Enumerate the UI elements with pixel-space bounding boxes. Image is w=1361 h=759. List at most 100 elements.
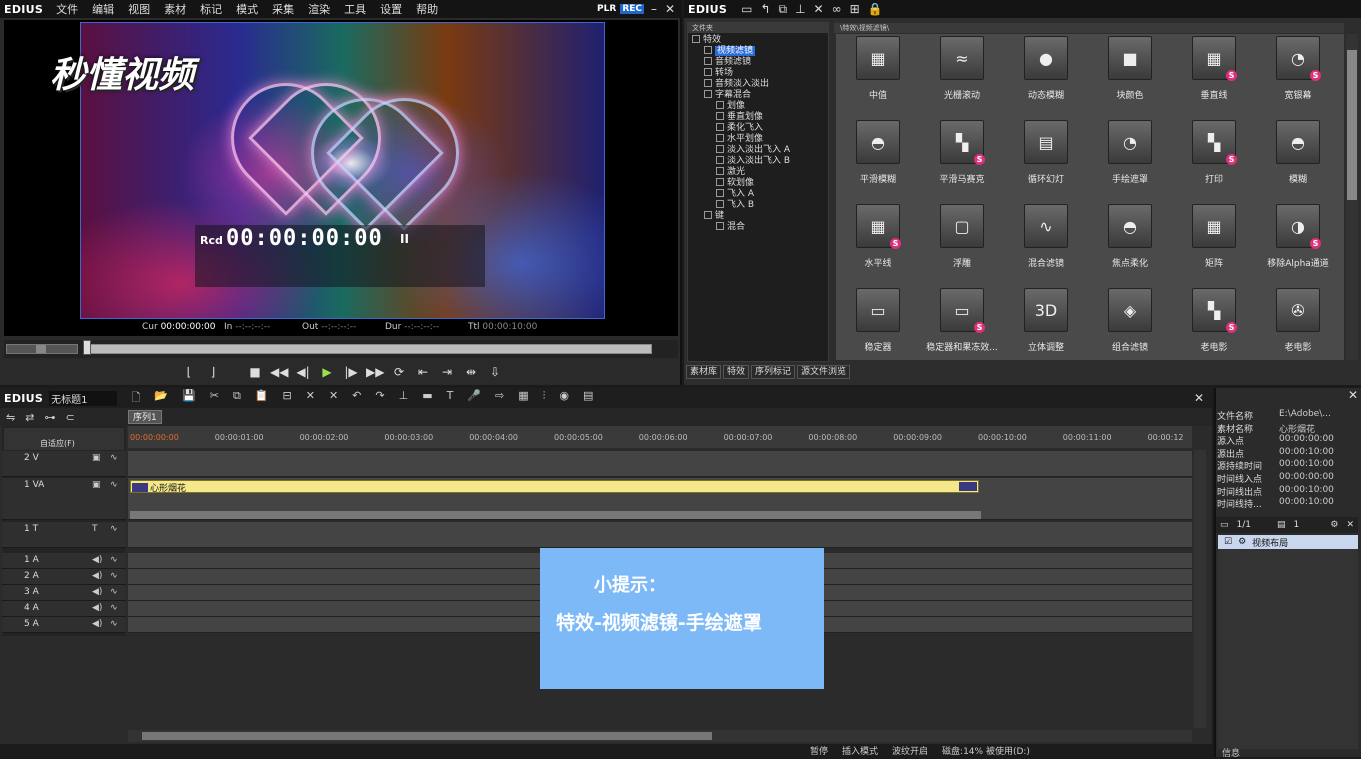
track-mode-icon[interactable]: ⇄ [25,411,34,424]
track-header[interactable]: 2 V ▣ ∿ [2,451,126,477]
effect-item[interactable]: ▢ 浮雕 [920,204,1004,286]
new-icon[interactable]: 🗋 [131,389,140,408]
effect-item[interactable]: ▚ S 打印 [1172,120,1256,202]
timeline-close-icon[interactable]: ✕ [1194,391,1212,405]
fit-button[interactable]: 自适应(F) [40,438,75,449]
effect-item[interactable]: 3D 立体调整 [1004,288,1088,370]
timeline-hscroll-thumb[interactable] [142,732,712,740]
cut-icon[interactable]: ✂ [210,389,219,408]
effect-item[interactable]: ◑ S 移除Alpha通道 [1256,204,1340,286]
video-clip[interactable]: 心形烟花 [130,480,979,494]
waveform-icon[interactable]: ∿ [110,453,118,463]
redo-icon[interactable]: ↷ [375,389,384,408]
fast-forward-icon[interactable]: ▶▶ [366,365,384,379]
tab-source-browser[interactable]: 源文件浏览 [797,365,851,379]
effect-item[interactable]: ● 动态模糊 [1004,36,1088,118]
tab-sequence-1[interactable]: 序列1 [128,410,162,424]
waveform-icon[interactable]: ∿ [110,587,118,597]
menu-render[interactable]: 渲染 [301,1,337,17]
track-lane[interactable] [128,522,1192,548]
effect-item[interactable]: ∿ 混合滤镜 [1004,204,1088,286]
tree-item[interactable]: 转场 [692,68,828,79]
rec-mode-button[interactable]: REC [620,4,644,14]
paste-icon[interactable]: 📋 [255,389,269,408]
shuttle-handle[interactable] [36,345,46,353]
copy-icon[interactable]: ⧉ [233,389,241,408]
effect-item[interactable]: ▭ S 稳定器和果冻效... [920,288,1004,370]
audio-icon[interactable]: ◀) [92,587,102,597]
menu-tools[interactable]: 工具 [337,1,373,17]
set-in-icon[interactable]: ⌊ [180,365,198,379]
open-icon[interactable]: 📂 [154,389,168,408]
effect-item[interactable]: ◔ 手绘遮罩 [1088,120,1172,202]
timeline-vscrollbar[interactable] [1194,450,1206,728]
effect-item[interactable]: ▚ S 平滑马赛克 [920,120,1004,202]
plr-mode-button[interactable]: PLR [597,4,616,14]
waveform-icon[interactable]: ∿ [110,603,118,613]
title-track-icon[interactable]: T [92,524,98,534]
tab-sequence-markers[interactable]: 序列标记 [751,365,796,379]
effect-item[interactable]: ◓ 平滑模糊 [836,120,920,202]
menu-file[interactable]: 文件 [49,1,85,17]
layer-settings-icon[interactable]: ⚙ [1330,520,1338,530]
rewind-icon[interactable]: ◀◀ [270,365,288,379]
tree-item[interactable]: 飞入 B [692,200,828,211]
menu-edit[interactable]: 编辑 [85,1,121,17]
link-icon[interactable]: ∞ [832,2,842,16]
tree-item[interactable]: 激光 [692,167,828,178]
folder-icon[interactable]: ▭ [741,2,752,16]
effect-item[interactable]: ≈ 光栅滚动 [920,36,1004,118]
delete-clip-icon[interactable]: ✕ [306,389,315,408]
effect-item[interactable]: ◔ S 宽银幕 [1256,36,1340,118]
track-header[interactable]: 3 A ◀) ∿ [2,585,126,601]
ripple-delete-icon[interactable]: ✕ [329,389,338,408]
stop-icon[interactable]: ■ [246,365,264,379]
position-handle[interactable] [83,340,91,355]
grid-view-icon[interactable]: ⊞ [850,2,860,16]
effect-item[interactable]: ▚ S 老电影 [1172,288,1256,370]
effect-item[interactable]: ▦ S 垂直线 [1172,36,1256,118]
effect-item[interactable]: ▤ 循环幻灯 [1004,120,1088,202]
effect-item[interactable]: ◓ 模糊 [1256,120,1340,202]
tree-item[interactable]: 淡入淡出飞入 A [692,145,828,156]
up-folder-icon[interactable]: ↰ [760,2,770,16]
effect-item[interactable]: ◓ 焦点柔化 [1088,204,1172,286]
tree-item[interactable]: 视频滤镜 [692,46,828,57]
sync-lock-icon[interactable]: ⊶ [44,411,55,424]
group-icon[interactable]: ⊟ [283,389,292,408]
effect-item[interactable]: ✇ 老电影 [1256,288,1340,370]
insert-icon[interactable]: ⇤ [414,365,432,379]
tree-item[interactable]: 垂直划像 [692,112,828,123]
track-header[interactable]: 1 VA ▣ ∿ [2,478,126,520]
overwrite-icon[interactable]: ⇥ [438,365,456,379]
menu-view[interactable]: 视图 [121,1,157,17]
tree-item[interactable]: 音频淡入淡出 [692,79,828,90]
link-mode-icon[interactable]: ⊂ [65,411,74,424]
step-forward-icon[interactable]: |▶ [342,365,360,379]
delete-icon[interactable]: ✕ [814,2,824,16]
layer-delete-icon[interactable]: ✕ [1346,520,1358,530]
voiceover-icon[interactable]: 🎤 [467,389,481,408]
mixer-icon[interactable]: ⫶ [543,389,546,408]
save-icon[interactable]: 💾 [182,389,196,408]
waveform-icon[interactable]: ∿ [110,480,118,490]
menu-marker[interactable]: 标记 [193,1,229,17]
track-header[interactable]: 1 T T ∿ [2,522,126,548]
view-icon[interactable]: ⧉ [779,2,788,17]
close-icon[interactable]: ✕ [664,2,676,16]
loop-icon[interactable]: ⟳ [390,365,408,379]
tab-bin[interactable]: 素材库 [686,365,722,379]
tree-item[interactable]: 柔化飞入 [692,123,828,134]
tree-item[interactable]: 字幕混合 [692,90,828,101]
effects-scroll-thumb[interactable] [1347,50,1357,200]
step-back-icon[interactable]: ◀| [294,365,312,379]
tab-effects[interactable]: 特效 [723,365,750,379]
audio-icon[interactable]: ◀) [92,571,102,581]
status-ripple[interactable]: 波纹开启 [892,744,928,757]
layer-item[interactable]: ☑ ⚙ 视频布局 [1218,535,1358,549]
position-slider[interactable] [86,344,652,354]
snap-icon[interactable]: ▬ [422,389,432,408]
effect-item[interactable]: ▦ 中值 [836,36,920,118]
track-header[interactable]: 1 A ◀) ∿ [2,553,126,569]
video-track-icon[interactable]: ▣ [92,480,101,490]
